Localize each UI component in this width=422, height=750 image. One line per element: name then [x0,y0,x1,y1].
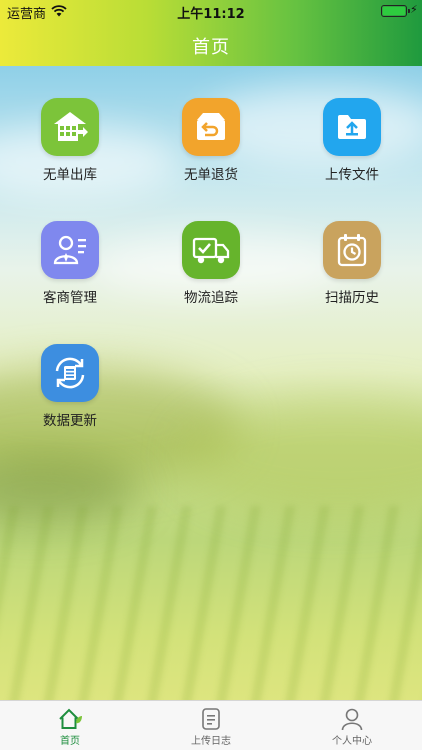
tile-client-management[interactable]: 客商管理 [15,221,125,306]
status-bar: 运营商 上午11:12 ⚡ [0,0,422,22]
status-time: 上午11:12 [177,7,245,22]
tile-label: 物流追踪 [184,290,238,306]
charging-bolt-icon: ⚡ [410,3,418,16]
history-clock-icon [323,221,381,279]
upload-folder-icon [323,98,381,156]
tab-upload-log[interactable]: 上传日志 [141,701,281,750]
background-field-rows [0,506,422,700]
main-content: 无单出库 无单退货 上传文件 客商管理 物流追踪 扫描历史 数据更新 [0,66,422,700]
tile-label: 上传文件 [325,167,379,183]
log-document-icon [202,708,220,730]
tab-label: 首页 [60,736,80,747]
tile-return-without-order[interactable]: 无单退货 [156,98,266,183]
tile-label: 无单退货 [184,167,238,183]
tile-data-update[interactable]: 数据更新 [15,344,125,429]
battery-icon [381,5,410,17]
tile-outbound-without-order[interactable]: 无单出库 [15,98,125,183]
return-box-icon [182,98,240,156]
tile-label: 数据更新 [43,413,97,429]
header: 运营商 上午11:12 ⚡ 首页 [0,0,422,66]
tile-label: 无单出库 [43,167,97,183]
person-icon [341,708,363,731]
client-card-icon [41,221,99,279]
tab-label: 个人中心 [332,736,372,747]
page-title: 首页 [192,37,230,58]
tile-upload-file[interactable]: 上传文件 [297,98,407,183]
delivery-truck-icon [182,221,240,279]
tab-label: 上传日志 [191,736,231,747]
tile-logistics-tracking[interactable]: 物流追踪 [156,221,266,306]
tab-home[interactable]: 首页 [0,701,140,750]
home-icon [59,708,82,729]
tile-scan-history[interactable]: 扫描历史 [297,221,407,306]
tile-label: 扫描历史 [325,290,379,306]
tab-bar: 首页 上传日志 个人中心 [0,700,422,750]
warehouse-outbound-icon [41,98,99,156]
tile-label: 客商管理 [43,290,97,306]
data-sync-icon [41,344,99,402]
tab-profile[interactable]: 个人中心 [282,701,422,750]
